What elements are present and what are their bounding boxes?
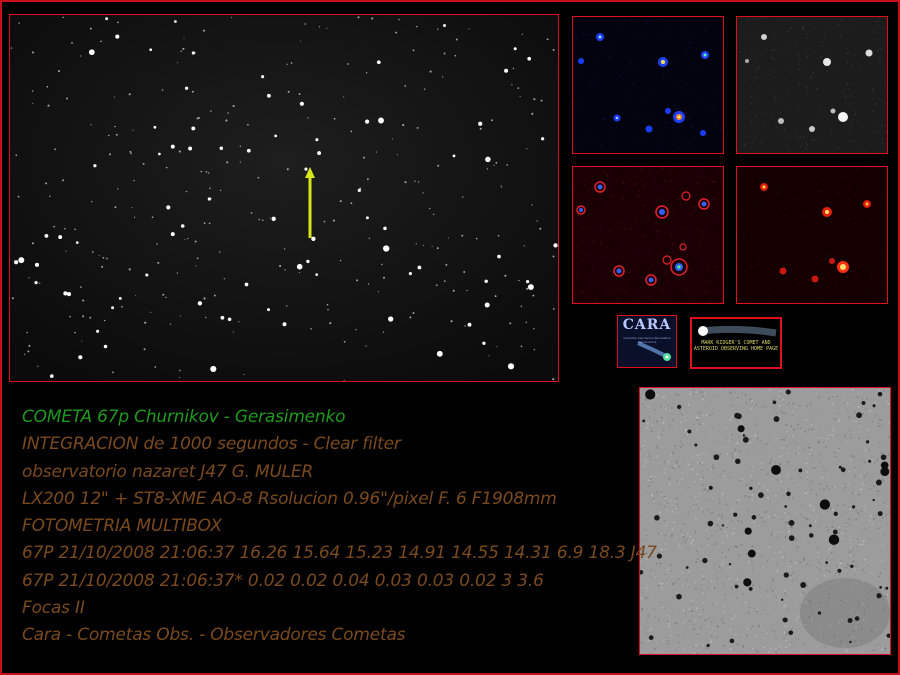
photometry-errors-line: 67P 21/10/2008 21:06:37* 0.02 0.02 0.04 … (22, 570, 544, 591)
equipment-line: LX200 12" + ST8-XME AO-8 Rsolucion 0.96"… (22, 488, 557, 509)
photometry-values-line: 67P 21/10/2008 21:06:37 16.26 15.64 15.2… (22, 543, 657, 564)
photometry-title-line: FOTOMETRIA MULTIBOX (22, 516, 222, 537)
main-starfield-image (9, 14, 559, 382)
thumbnail-gray-svg (737, 17, 887, 153)
integration-line: INTEGRACION de 1000 segundos - Clear fil… (22, 434, 401, 455)
kidger-logo-text: MARK KIDGER'S COMET AND ASTEROID OBSERVI… (693, 340, 779, 352)
thumbnail-contour-svg (573, 167, 723, 303)
software-line: Focas II (22, 598, 85, 619)
credits-line: Cara - Cometas Obs. - Observadores Comet… (22, 625, 406, 646)
thumbnail-red-svg (737, 167, 887, 303)
comet-logo-icon (637, 341, 671, 361)
observatory-line: observatorio nazaret J47 G. MULER (22, 461, 314, 482)
thumbnail-red-filter (736, 166, 888, 304)
comet-title-line: COMETA 67p Churnikov - Gerasimenko (22, 407, 346, 427)
kidger-comet-page-logo[interactable]: MARK KIDGER'S COMET AND ASTEROID OBSERVI… (690, 317, 782, 369)
thumbnail-gray-filter (736, 16, 888, 154)
thumbnail-contour-filter (572, 166, 724, 304)
negative-comet-image (639, 387, 891, 655)
negative-image-svg (640, 388, 890, 654)
thumbnail-blue-filter (572, 16, 724, 154)
cara-logo[interactable]: CARA Cometas Asociacion Recreativa Astro… (617, 315, 677, 368)
starfield-svg (10, 15, 558, 381)
observation-info-block: COMETA 67p Churnikov - Gerasimenko INTEG… (22, 404, 657, 650)
thumbnail-blue-svg (573, 17, 723, 153)
